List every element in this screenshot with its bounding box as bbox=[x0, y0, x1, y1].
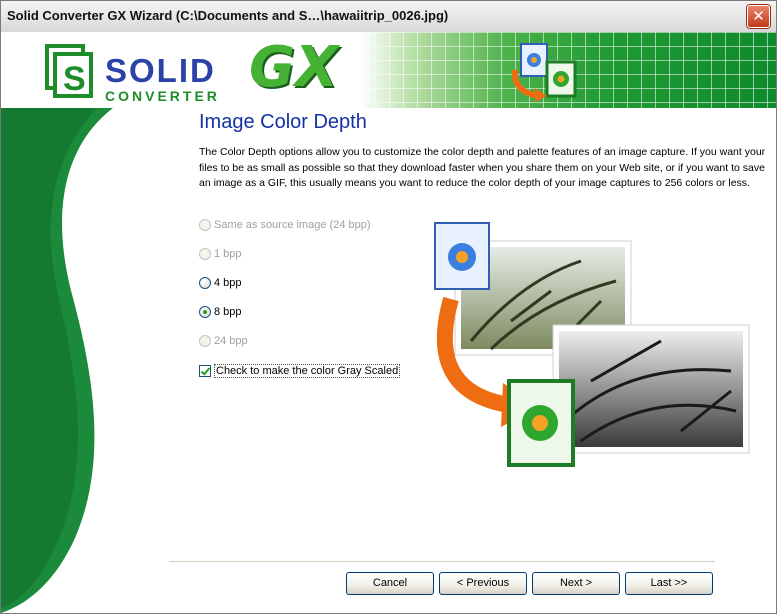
option-label: 1 bpp bbox=[214, 248, 242, 260]
option-8bpp[interactable]: 8 bpp bbox=[199, 303, 242, 321]
grayscale-checkbox[interactable] bbox=[199, 365, 211, 377]
page-description: The Color Depth options allow you to cus… bbox=[199, 146, 766, 189]
option-label: 24 bpp bbox=[214, 335, 248, 347]
header-banner: S SOLID CONVERTER GX bbox=[1, 32, 776, 108]
radio-4bpp[interactable] bbox=[199, 277, 211, 289]
radio-8bpp[interactable] bbox=[199, 306, 211, 318]
radio-1bpp[interactable] bbox=[199, 248, 211, 260]
last-button[interactable]: Last >> bbox=[625, 572, 713, 595]
green-wave-sidebar bbox=[1, 108, 113, 613]
grayscale-label: Check to make the color Gray Scaled bbox=[214, 364, 401, 378]
convert-image-icon bbox=[511, 43, 577, 102]
option-24bpp[interactable]: 24 bpp bbox=[199, 332, 248, 350]
wizard-window: Solid Converter GX Wizard (C:\Documents … bbox=[0, 0, 777, 614]
option-4bpp[interactable]: 4 bpp bbox=[199, 274, 242, 292]
previous-button[interactable]: < Previous bbox=[439, 572, 527, 595]
next-button[interactable]: Next > bbox=[532, 572, 620, 595]
close-button[interactable]: ✕ bbox=[747, 5, 770, 28]
option-label: 8 bpp bbox=[214, 306, 242, 318]
solid-logo-icon: S bbox=[45, 44, 93, 98]
radio-24bpp[interactable] bbox=[199, 335, 211, 347]
logo-solid-text: SOLID bbox=[105, 52, 216, 89]
svg-text:S: S bbox=[63, 60, 86, 98]
color-depth-illustration bbox=[434, 222, 750, 467]
grayscale-option[interactable]: Check to make the color Gray Scaled bbox=[199, 362, 401, 380]
radio-same-as-source[interactable] bbox=[199, 219, 211, 231]
option-label: Same as source image (24 bpp) bbox=[214, 219, 371, 231]
window-title: Solid Converter GX Wizard (C:\Documents … bbox=[7, 8, 449, 23]
logo-converter-text: CONVERTER bbox=[105, 88, 220, 104]
logo-gx-text: GX bbox=[249, 35, 339, 100]
option-1bpp[interactable]: 1 bpp bbox=[199, 245, 242, 263]
footer-separator bbox=[169, 561, 715, 563]
cancel-button[interactable]: Cancel bbox=[346, 572, 434, 595]
page-title: Image Color Depth bbox=[199, 111, 367, 133]
option-label: 4 bpp bbox=[214, 277, 242, 289]
option-same-as-source[interactable]: Same as source image (24 bpp) bbox=[199, 216, 371, 234]
title-bar[interactable]: Solid Converter GX Wizard (C:\Documents … bbox=[1, 1, 776, 33]
